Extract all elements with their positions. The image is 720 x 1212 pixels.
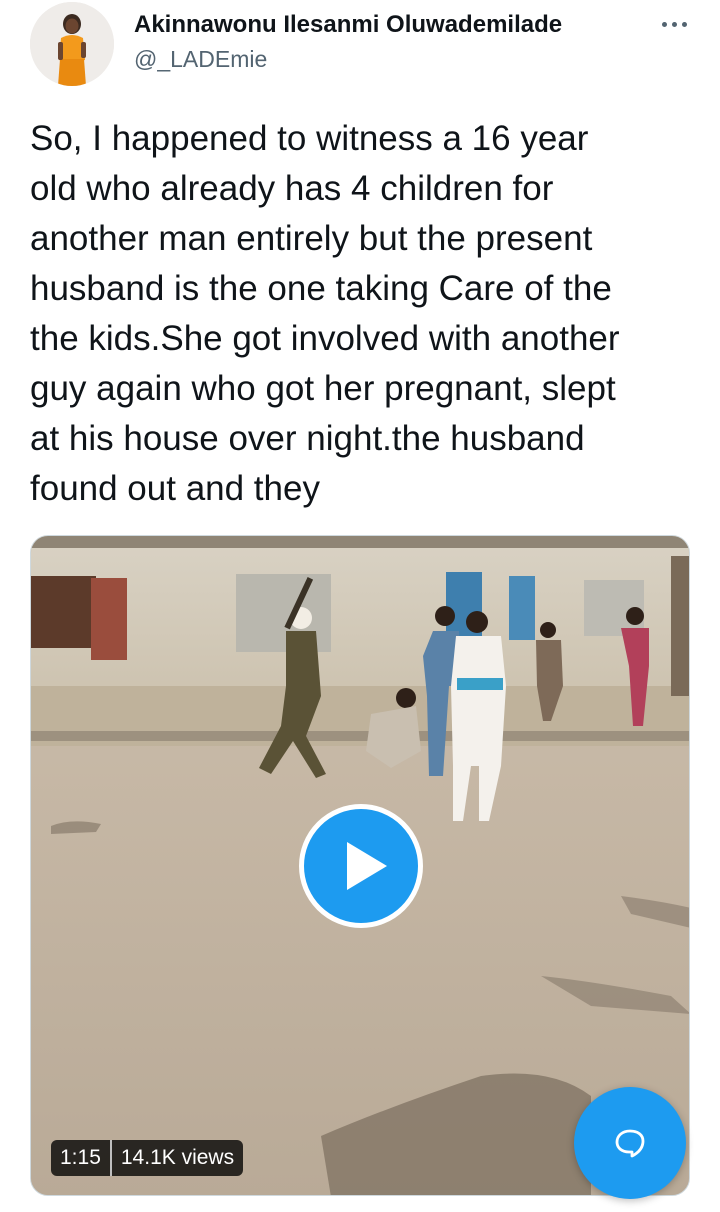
play-icon — [347, 842, 387, 890]
video-player[interactable]: 1:15 14.1K views — [30, 535, 690, 1196]
meta-divider — [109, 1140, 112, 1176]
video-duration: 1:15 — [60, 1146, 101, 1169]
author-handle[interactable]: @_LADEmie — [134, 46, 267, 73]
tweet-card: Akinnawonu Ilesanmi Oluwademilade @_LADE… — [0, 0, 720, 1212]
more-dot — [661, 21, 667, 27]
more-options-icon[interactable] — [656, 16, 692, 32]
reply-bubble-icon — [615, 1129, 645, 1158]
tweet-text: So, I happened to witness a 16 year old … — [30, 119, 620, 508]
more-dot — [671, 21, 677, 27]
author-avatar[interactable] — [30, 2, 114, 86]
author-display-name[interactable]: Akinnawonu Ilesanmi Oluwademilade — [134, 11, 562, 39]
more-dot — [681, 21, 687, 27]
video-views: 14.1K views — [120, 1146, 235, 1169]
play-button[interactable] — [299, 804, 423, 928]
avatar-photo — [30, 2, 114, 86]
reply-fab-button[interactable] — [574, 1087, 686, 1199]
video-meta-badge: 1:15 14.1K views — [51, 1140, 244, 1176]
